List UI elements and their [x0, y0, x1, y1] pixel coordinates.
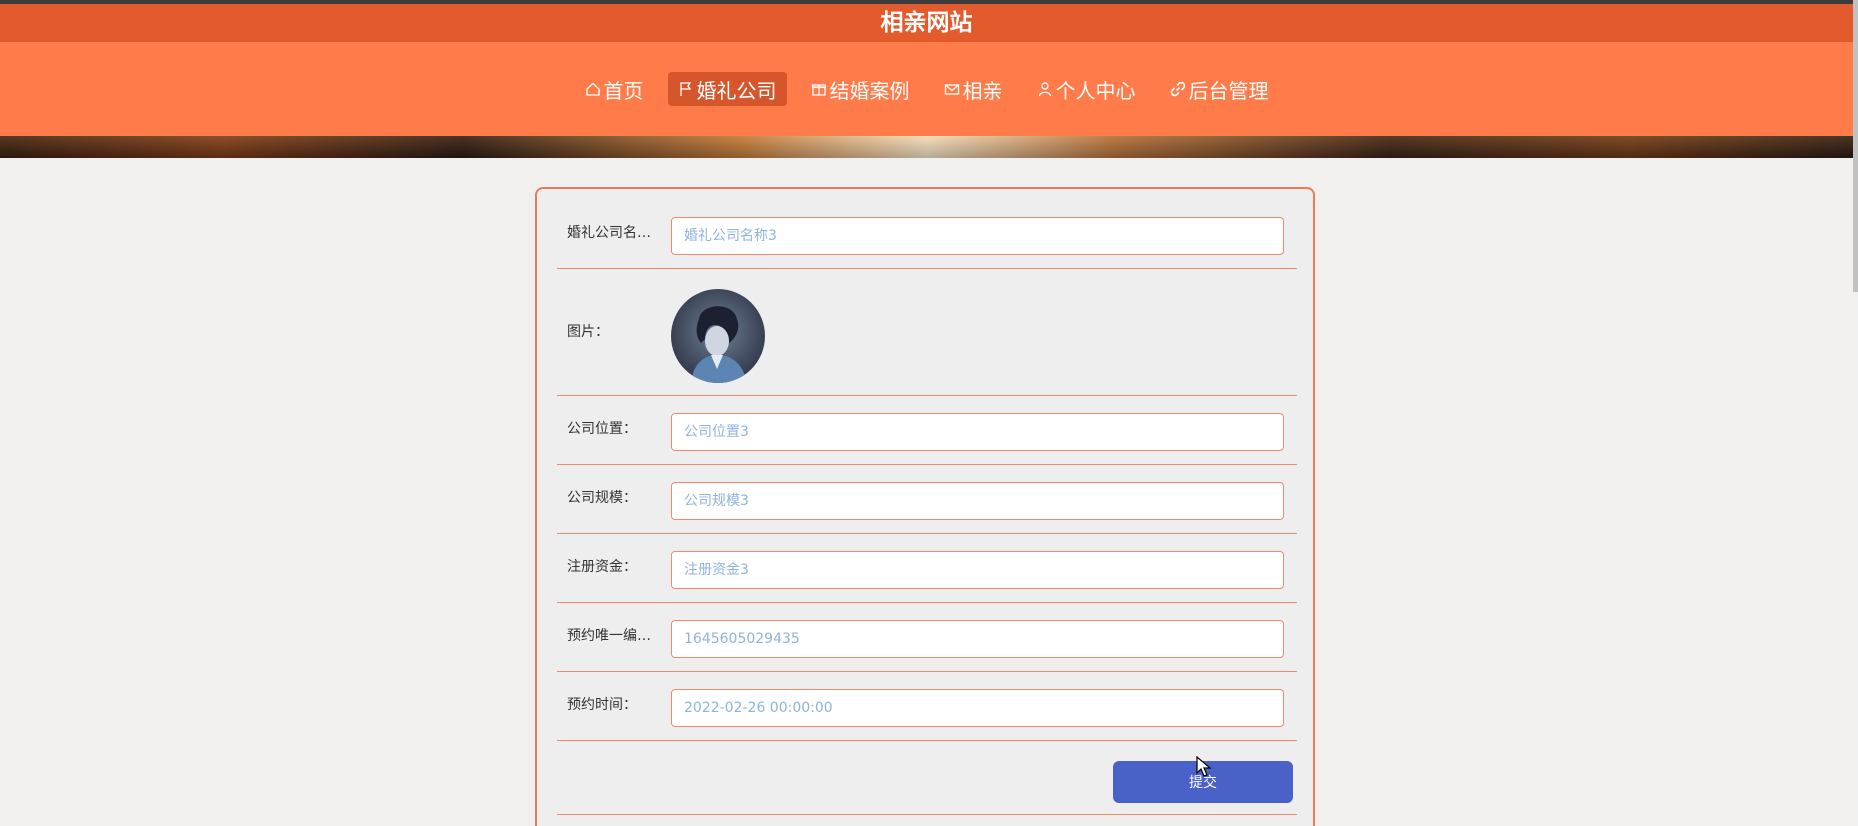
- link-icon: [1170, 81, 1186, 97]
- nav-item-admin[interactable]: 后台管理: [1160, 72, 1279, 106]
- form-row-actions: 提交: [557, 741, 1297, 815]
- booking-id-input[interactable]: 1645605029435: [671, 620, 1284, 658]
- nav-item-label: 后台管理: [1188, 78, 1269, 103]
- nav-item-label: 相亲: [962, 78, 1003, 103]
- nav-item-label: 首页: [603, 78, 644, 103]
- scale-input[interactable]: 公司规模3: [671, 482, 1284, 520]
- form-row-booking-time: 预约时间： 2022-02-26 00:00:00: [557, 672, 1297, 741]
- company-name-label: 婚礼公司名称：: [567, 225, 663, 241]
- wedding-company-form: 婚礼公司名称： 婚礼公司名称3 图片： 公司位置： 公司位置3 公司规模： 公司…: [535, 187, 1315, 826]
- mail-icon: [944, 81, 960, 97]
- form-row-capital: 注册资金： 注册资金3: [557, 534, 1297, 603]
- image-label: 图片：: [567, 324, 609, 340]
- flag-icon: [678, 81, 694, 97]
- nav-item-wedding-company[interactable]: 婚礼公司: [667, 72, 787, 106]
- nav-item-home[interactable]: 首页: [575, 72, 654, 106]
- form-row-scale: 公司规模： 公司规模3: [557, 465, 1297, 534]
- booking-time-input[interactable]: 2022-02-26 00:00:00: [671, 689, 1284, 727]
- capital-input[interactable]: 注册资金3: [671, 551, 1284, 589]
- nav-item-label: 结婚案例: [829, 78, 910, 103]
- location-input[interactable]: 公司位置3: [671, 413, 1284, 451]
- user-icon: [1037, 81, 1053, 97]
- nav-item-personal-center[interactable]: 个人中心: [1027, 72, 1146, 106]
- mouse-cursor-icon: [1196, 755, 1212, 778]
- form-row-company-name: 婚礼公司名称： 婚礼公司名称3: [557, 189, 1297, 269]
- scrollbar-thumb[interactable]: [1853, 0, 1858, 292]
- nav-item-wedding-cases[interactable]: 结婚案例: [801, 72, 920, 106]
- main-nav: 首页 婚礼公司 结婚案例 相亲 个人中心 后台管理: [0, 42, 1853, 136]
- gift-icon: [811, 81, 827, 97]
- site-title: 相亲网站: [0, 4, 1853, 42]
- capital-label: 注册资金：: [567, 559, 637, 575]
- nav-item-label: 个人中心: [1055, 78, 1136, 103]
- nav-item-matchmaking[interactable]: 相亲: [934, 72, 1013, 106]
- form-row-booking-id: 预约唯一编号： 1645605029435: [557, 603, 1297, 672]
- booking-time-label: 预约时间：: [567, 697, 637, 713]
- booking-id-label: 预约唯一编号：: [567, 628, 663, 644]
- page: 相亲网站 首页 婚礼公司 结婚案例 相亲 个人中心 后台管理 婚礼公司名称： 婚…: [0, 0, 1858, 826]
- nav-item-label: 婚礼公司: [696, 78, 777, 103]
- banner-overlay: [0, 136, 1853, 158]
- company-image[interactable]: [671, 289, 765, 383]
- form-row-location: 公司位置： 公司位置3: [557, 396, 1297, 465]
- scale-label: 公司规模：: [567, 490, 637, 506]
- location-label: 公司位置：: [567, 421, 637, 437]
- home-icon: [585, 81, 601, 97]
- company-name-input[interactable]: 婚礼公司名称3: [671, 217, 1284, 255]
- form-row-image: 图片：: [557, 269, 1297, 396]
